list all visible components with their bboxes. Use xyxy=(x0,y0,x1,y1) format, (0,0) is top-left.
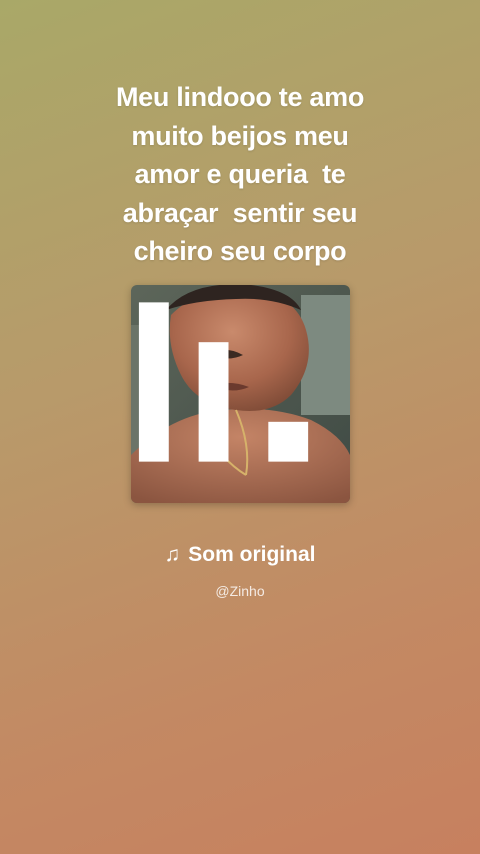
music-app-logo-icon xyxy=(138,302,309,462)
music-note-icon: ♫ xyxy=(164,543,181,566)
lyrics-line: muito beijos meu xyxy=(131,120,349,151)
artist-handle[interactable]: @Zinho xyxy=(0,581,480,601)
lyrics-caption: Meu lindooo te amo muito beijos meu amor… xyxy=(40,78,440,271)
lyrics-line: Meu lindooo te amo xyxy=(115,82,365,112)
album-cover[interactable] xyxy=(131,285,350,503)
lyrics-line: abraçar sentir seu xyxy=(122,197,358,228)
track-title-text: Som original xyxy=(188,543,316,566)
track-title[interactable]: ♫ Som original xyxy=(0,540,480,570)
lyrics-line: amor e queria te xyxy=(134,159,346,189)
lyrics-line: cheiro seu corpo xyxy=(133,236,347,266)
